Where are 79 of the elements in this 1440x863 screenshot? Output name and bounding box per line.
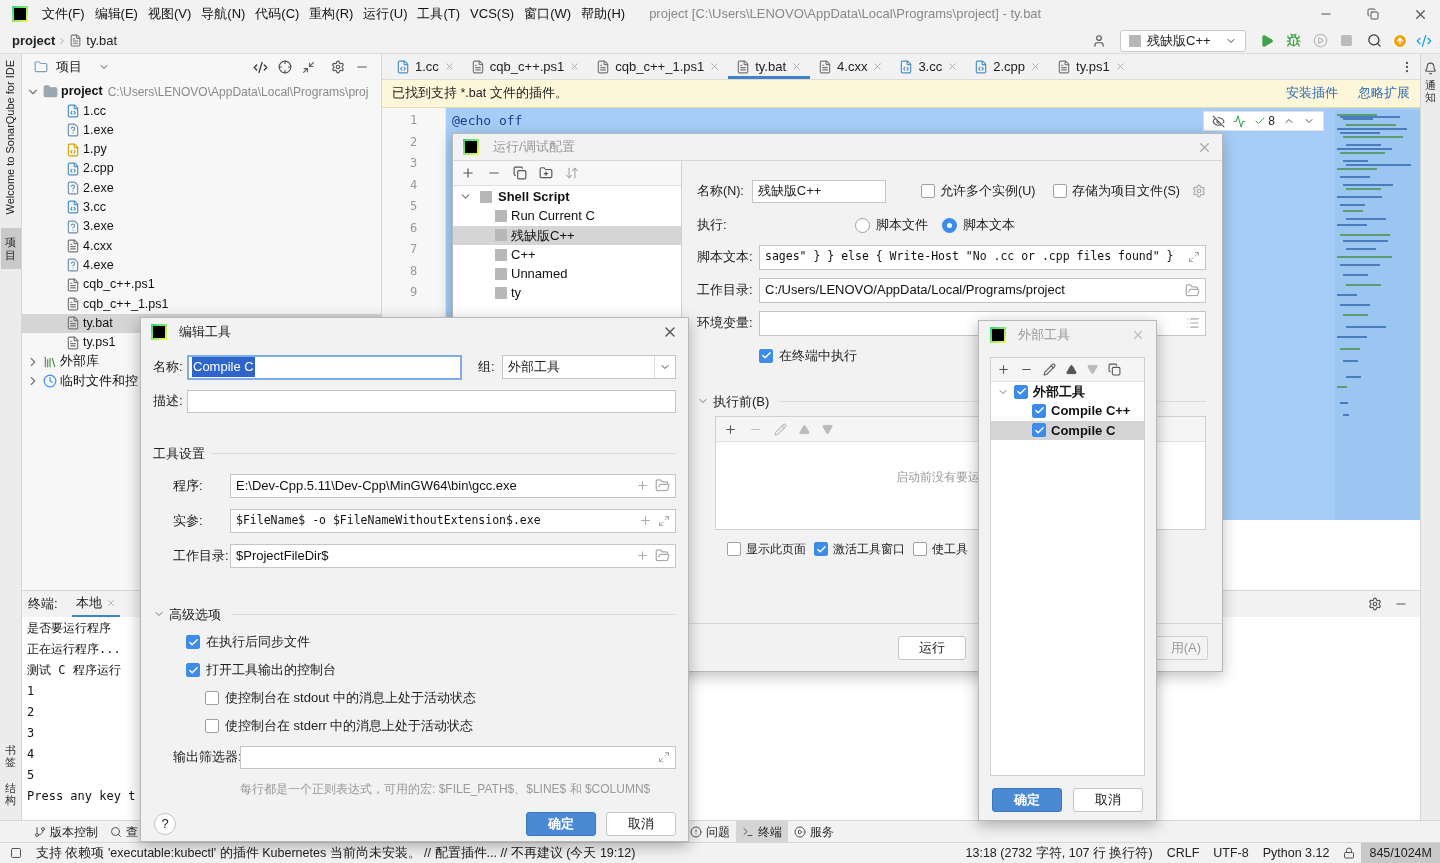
tree-label: Run Current C [511, 207, 595, 226]
line-number: 2 [409, 133, 418, 151]
field-label: 脚本文本: [697, 248, 754, 267]
tree-label: cqb_c++_1.ps1 [83, 295, 169, 313]
tree-label: 2.exe [83, 179, 114, 197]
section-title: 工具设置 [153, 445, 205, 463]
path-text: C:\Users\LENOVO\AppData\Local\Programs\proj [107, 83, 369, 101]
tree-label: 4.cxx [83, 237, 113, 255]
terminal-line: 1 [27, 683, 35, 700]
field-label: 组: [478, 358, 496, 377]
tree-label: 残缺版C++ [511, 226, 575, 245]
checkbox-label: 允许多个实例(U) [939, 182, 1036, 200]
terminal-line: Press any key t [27, 788, 136, 805]
terminal-line: 5 [27, 767, 35, 784]
terminal-line: 3 [27, 725, 35, 742]
tree-label: 外部工具 [1033, 382, 1085, 401]
checkbox-label: 显示此页面 [746, 541, 806, 558]
terminal-line: 4 [27, 746, 35, 763]
checkbox-label: 打开工具输出的控制台 [206, 661, 336, 680]
tree-label: Unnamed [511, 265, 568, 284]
terminal-line: 正在运行程序... [27, 641, 121, 658]
code-line: @echo off [452, 112, 523, 130]
tree-label: C++ [511, 245, 536, 264]
dialog-title: 运行/调试配置 [493, 138, 575, 157]
field-label: 描述: [153, 392, 183, 411]
checkbox-label: 使工具 [932, 541, 968, 558]
radio-label: 脚本文本 [963, 216, 1015, 235]
terminal-line: 2 [27, 704, 35, 721]
line-number: 5 [409, 198, 418, 215]
checkbox-label: 存储为项目文件(S) [1072, 182, 1180, 200]
field-label: 环境变量: [697, 314, 754, 333]
hint-text: 每行都是一个正则表达式，可用的宏: $FILE_PATH$、$LINE$ 和 $COLUMN$ [240, 782, 651, 796]
terminal-line: 测试 C 程序运行 [27, 662, 121, 679]
checkbox-label: 在执行后同步文件 [206, 633, 310, 652]
line-number: 8 [409, 262, 418, 280]
field-label: 名称(N): [697, 182, 744, 200]
line-number: 3 [409, 155, 418, 172]
checkbox-label: 激活工具窗口 [833, 541, 905, 558]
section-title: 执行前(B) [713, 392, 770, 411]
line-number: 7 [409, 241, 418, 258]
tree-label: 1.py [83, 141, 107, 159]
dialog-title: 外部工具 [1018, 326, 1070, 345]
tree-label: project [61, 83, 103, 101]
checkbox-label: 在终端中执行 [779, 347, 857, 365]
field-label: 程序: [173, 476, 204, 495]
tree-label: 3.cc [83, 199, 106, 217]
tree-label: 4.exe [83, 256, 114, 274]
tree-label: ty [511, 284, 522, 303]
line-number: 1 [409, 112, 418, 129]
tree-label: Shell Script [498, 187, 570, 206]
panel-title: 终端: [28, 595, 58, 614]
line-number: 9 [409, 284, 418, 301]
tree-label: 临时文件和控 [60, 372, 138, 390]
field-label: 工作目录: [173, 546, 226, 565]
tree-label: 3.exe [83, 218, 114, 236]
tree-label: 1.cc [83, 102, 106, 120]
tree-label: 外部库 [60, 353, 99, 371]
tree-label: cqb_c++.ps1 [83, 276, 155, 294]
window-title: project [C:\Users\LENOVO\AppData\Local\Programs\project] - ty.bat [649, 5, 1042, 24]
line-number: 6 [409, 219, 418, 237]
radio-label: 脚本文件 [876, 216, 928, 235]
dialog-title: 编辑工具 [179, 323, 231, 342]
section-title: 高级选项 [169, 605, 221, 624]
tree-label: 1.exe [83, 121, 114, 139]
field-label: 工作目录: [697, 281, 754, 300]
tree-label: Compile C [1051, 421, 1116, 440]
field-label: 名称: [153, 358, 183, 377]
terminal-line: 是否要运行程序 [27, 620, 111, 637]
tree-label: ty.bat [83, 314, 113, 332]
banner-text: 已找到支持 *.bat 文件的插件。 [392, 85, 568, 103]
tree-label: 2.cpp [83, 160, 114, 178]
line-number: 4 [409, 176, 418, 194]
field-label: 执行: [697, 216, 728, 235]
tree-label: Compile C++ [1051, 402, 1131, 421]
field-label: 实参: [173, 511, 204, 530]
checkbox-label: 使控制台在 stderr 中的消息上处于活动状态 [225, 717, 474, 736]
status-message: 支持 依赖项 'executable:kubectl' 的插件 Kubernetes 当前尚未安装。 // 配置插件... // 不再建议 (今天 19:12) [36, 844, 636, 862]
checkbox-label: 使控制台在 stdout 中的消息上处于活动状态 [225, 689, 476, 708]
tree-label: ty.ps1 [83, 334, 116, 352]
